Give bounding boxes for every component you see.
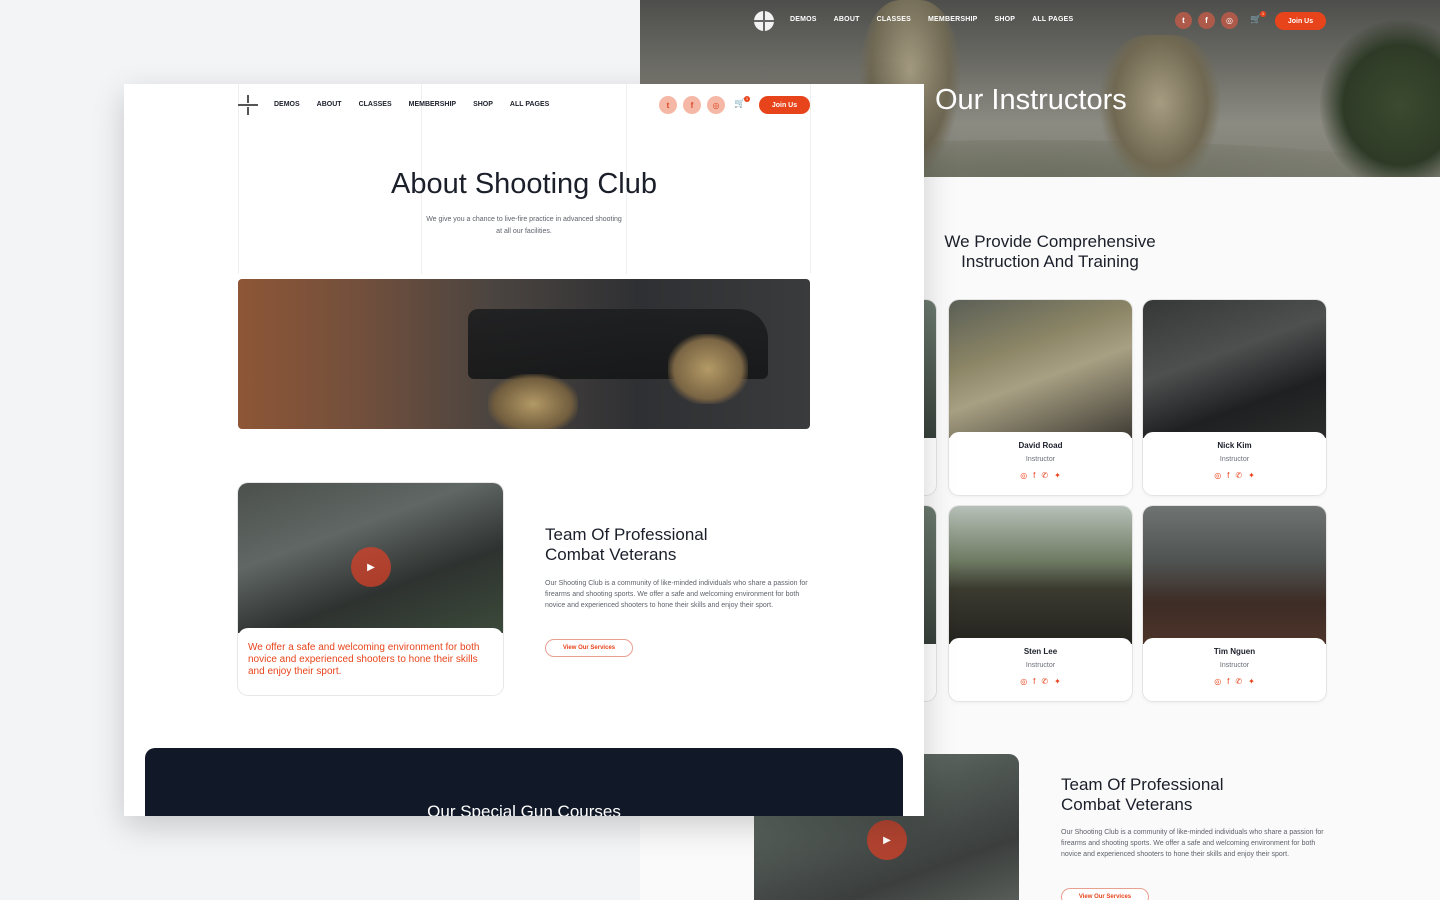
twitter-icon[interactable]: ✦ (1248, 471, 1255, 480)
instructor-card[interactable]: Nick Kim Instructor ◎ f ✆ ✦ (1143, 300, 1326, 495)
instructor-name: Tim Nguen (1213, 647, 1256, 656)
facebook-icon[interactable]: f (683, 96, 701, 114)
join-us-button[interactable]: Join Us (1275, 12, 1326, 30)
whatsapp-icon[interactable]: ✆ (1041, 677, 1048, 686)
instructor-photo (949, 300, 1132, 438)
page-title: About Shooting Club (390, 168, 658, 200)
feature-title-line: Combat Veterans (1061, 795, 1193, 814)
play-icon[interactable]: ▶ (351, 547, 391, 587)
instructor-name: Sten Lee (1023, 647, 1058, 656)
glove-shape (668, 334, 748, 404)
join-us-button[interactable]: Join Us (759, 96, 810, 114)
social-links: t f ◎ (1175, 12, 1238, 29)
hero-tree (1320, 20, 1440, 177)
menu-item-shop[interactable]: SHOP (473, 101, 493, 108)
glove-shape (488, 374, 578, 429)
menu-item-demos[interactable]: DEMOS (274, 101, 300, 108)
instructor-role: Instructor (1025, 662, 1056, 669)
whatsapp-icon[interactable]: ✆ (1041, 471, 1048, 480)
menu-item-about[interactable]: ABOUT (317, 101, 342, 108)
section-title: We Provide Comprehensive Instruction And… (944, 232, 1156, 271)
instructor-role: Instructor (1219, 456, 1250, 463)
about-page: DEMOS ABOUT CLASSES MEMBERSHIP SHOP ALL … (124, 84, 924, 816)
twitter-icon[interactable]: ✦ (1054, 677, 1061, 686)
feature-title-line: Team Of Professional (1061, 775, 1224, 794)
instructor-role: Instructor (1219, 662, 1250, 669)
hero-title: Our Instructors (935, 84, 1127, 116)
feature-title-line: Combat Veterans (545, 545, 677, 564)
instructor-social: ◎ f ✆ ✦ (1143, 677, 1326, 686)
instagram-icon[interactable]: ◎ (1020, 677, 1027, 686)
cart-count-badge: 1 (744, 96, 750, 102)
instructor-card[interactable]: Tim Nguen Instructor ◎ f ✆ ✦ (1143, 506, 1326, 701)
twitter-icon[interactable]: ✦ (1248, 677, 1255, 686)
menu-item-membership[interactable]: MEMBERSHIP (928, 16, 977, 23)
hero-banner-image (238, 279, 810, 429)
instructor-name: Nick Kim (1217, 441, 1252, 450)
instagram-icon[interactable]: ◎ (1214, 677, 1221, 686)
social-links: t f ◎ (659, 96, 725, 114)
whatsapp-icon[interactable]: ✆ (1235, 471, 1242, 480)
instructor-photo (1143, 300, 1326, 438)
club-logo-icon[interactable] (238, 95, 258, 115)
whatsapp-icon[interactable]: ✆ (1235, 677, 1242, 686)
instructor-social: ◎ f ✆ ✦ (1143, 471, 1326, 480)
twitter-icon[interactable]: ✦ (1054, 471, 1061, 480)
instructor-role: Instructor (1025, 456, 1056, 463)
instructor-name: David Road (1018, 441, 1063, 450)
instructor-card[interactable]: Sten Lee Instructor ◎ f ✆ ✦ (949, 506, 1132, 701)
instagram-icon[interactable]: ◎ (1020, 471, 1027, 480)
instructor-photo (1143, 506, 1326, 644)
twitter-icon[interactable]: t (1175, 12, 1192, 29)
cart-icon[interactable]: 🛒 1 (1250, 11, 1266, 25)
cart-icon[interactable]: 🛒 1 (734, 96, 750, 109)
menu-item-shop[interactable]: SHOP (994, 16, 1015, 23)
menu-item-membership[interactable]: MEMBERSHIP (409, 101, 456, 108)
menu-item-classes[interactable]: CLASSES (359, 101, 392, 108)
facebook-icon[interactable]: f (1227, 471, 1229, 480)
instagram-icon[interactable]: ◎ (707, 96, 725, 114)
view-services-button[interactable]: View Our Services (1061, 888, 1149, 900)
facebook-icon[interactable]: f (1033, 471, 1035, 480)
facebook-icon[interactable]: f (1227, 677, 1229, 686)
cart-count-badge: 1 (1260, 11, 1266, 17)
facebook-icon[interactable]: f (1198, 12, 1215, 29)
instagram-icon[interactable]: ◎ (1214, 471, 1221, 480)
courses-title: Our Special Gun Courses (427, 802, 621, 816)
feature-title: Team Of Professional Combat Veterans (545, 525, 708, 565)
page-subtitle: We give you a chance to live-fire practi… (426, 216, 622, 235)
club-logo-icon[interactable] (754, 11, 774, 31)
menu-item-all-pages[interactable]: ALL PAGES (1032, 16, 1073, 23)
main-menu: DEMOS ABOUT CLASSES MEMBERSHIP SHOP ALL … (790, 16, 1090, 23)
view-services-button[interactable]: View Our Services (545, 639, 633, 657)
menu-item-about[interactable]: ABOUT (834, 16, 860, 23)
main-menu: DEMOS ABOUT CLASSES MEMBERSHIP SHOP ALL … (274, 101, 566, 108)
menu-item-all-pages[interactable]: ALL PAGES (510, 101, 549, 108)
instructor-social: ◎ f ✆ ✦ (949, 677, 1132, 686)
menu-item-classes[interactable]: CLASSES (877, 16, 911, 23)
feature-title-line: Team Of Professional (545, 525, 708, 544)
instructor-social: ◎ f ✆ ✦ (949, 471, 1132, 480)
feature-title: Team Of Professional Combat Veterans (1061, 775, 1224, 815)
feature-text: Our Shooting Club is a community of like… (545, 580, 808, 609)
instructor-photo (949, 506, 1132, 644)
video-card[interactable]: ▶ We offer a safe and welcoming environm… (238, 483, 503, 695)
video-caption: We offer a safe and welcoming environmen… (238, 628, 503, 695)
play-icon[interactable]: ▶ (867, 820, 907, 860)
instructor-card[interactable]: David Road Instructor ◎ f ✆ ✦ (949, 300, 1132, 495)
top-nav: DEMOS ABOUT CLASSES MEMBERSHIP SHOP ALL … (640, 0, 1440, 40)
instagram-icon[interactable]: ◎ (1221, 12, 1238, 29)
menu-item-demos[interactable]: DEMOS (790, 16, 817, 23)
facebook-icon[interactable]: f (1033, 677, 1035, 686)
feature-text: Our Shooting Club is a community of like… (1061, 829, 1324, 858)
twitter-icon[interactable]: t (659, 96, 677, 114)
